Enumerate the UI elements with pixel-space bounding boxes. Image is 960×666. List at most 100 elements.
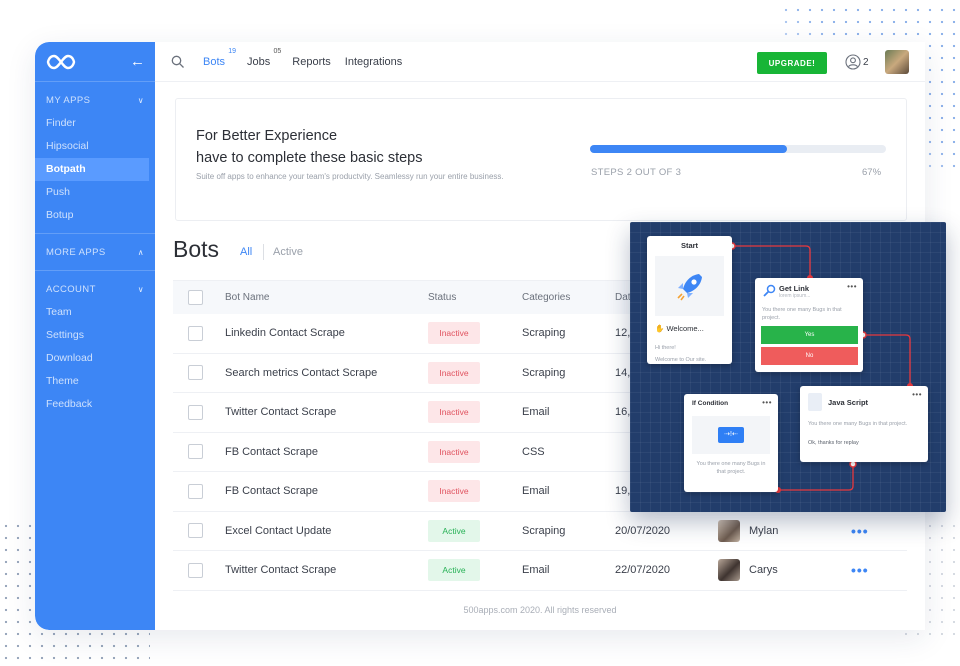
row-checkbox[interactable] [188,365,203,381]
status-pill: Inactive [428,401,480,424]
row-checkbox[interactable] [188,325,203,341]
flow-node-get-link[interactable]: Get Link lorem ipsum... ••• You there on… [755,278,863,372]
top-nav: Bots 19 Jobs 05 Reports Integrations UPGRA… [155,42,925,82]
node-title: If Condition [692,400,729,407]
sidebar-section-toggle-my-apps[interactable]: MY APPS ∨ [35,91,155,112]
sidebar-section-account: ACCOUNT ∨ Team Settings Download Theme F… [35,271,155,422]
status-pill: Inactive [428,322,480,345]
flow-node-start[interactable]: Start ✋ Welcome... Hi there! Welcome to … [647,236,732,364]
nav-bots[interactable]: Bots 19 [203,48,236,68]
category: Scraping [522,327,566,340]
date: 16, [615,406,631,419]
search-icon[interactable] [171,55,185,69]
owner-name: Mylan [749,524,779,537]
bot-name[interactable]: FB Contact Scrape [225,446,318,458]
avatar [718,519,740,542]
more-options-icon[interactable]: ••• [847,282,857,291]
nav-integrations[interactable]: Integrations [345,56,402,68]
column-header-bot-name[interactable]: Bot Name [225,292,269,303]
collapse-arrow-icon[interactable]: ← [130,54,145,69]
page-title: Bots [173,236,220,262]
column-header-status[interactable]: Status [428,292,456,303]
sidebar-item-download[interactable]: Download [35,347,155,370]
column-header-categories[interactable]: Categories [522,292,570,303]
bot-name[interactable]: Twitter Contact Scrape [225,406,336,418]
sidebar-header: ← [35,42,155,82]
row-checkbox[interactable] [188,483,203,499]
sidebar-item-finder[interactable]: Finder [35,112,155,135]
bot-name[interactable]: FB Contact Scrape [225,485,318,497]
condition-chip-icon: ⇢!⇠ [718,427,744,443]
flow-node-if-condition[interactable]: If Condition ••• ⇢!⇠ You there one many … [684,394,778,492]
no-branch-button[interactable]: No [761,347,858,365]
section-title: MORE APPS [46,247,106,258]
category: Email [522,406,550,419]
node-text: Hi there! [655,345,676,351]
yes-branch-button[interactable]: Yes [761,326,858,344]
avatar [718,559,740,582]
bot-name[interactable]: Excel Contact Update [225,525,331,537]
tab-active[interactable]: Active [273,246,303,258]
status-pill: Inactive [428,361,480,384]
sidebar-item-settings[interactable]: Settings [35,324,155,347]
chevron-down-icon: ∨ [137,285,144,294]
section-title: MY APPS [46,95,91,106]
upgrade-button[interactable]: UPGRADE! [757,52,827,74]
bot-name[interactable]: Twitter Contact Scrape [225,564,336,576]
sidebar-item-push[interactable]: Push [35,181,155,204]
progress-bar-fill [590,145,788,153]
node-subtitle: lorem ipsum... [779,293,811,299]
welcome-label: Welcome... [666,324,704,333]
sidebar-item-hipsocial[interactable]: Hipsocial [35,135,155,158]
sidebar-section-toggle-more-apps[interactable]: MORE APPS ∧ [35,243,155,264]
node-text: Welcome to Our site. [655,357,707,363]
tab-all[interactable]: All [240,246,252,258]
avatar[interactable] [885,50,909,74]
table-row[interactable]: Twitter Contact Scrape Active Email 22/07/2… [173,551,907,591]
infinity-logo-icon[interactable] [46,53,76,71]
onboarding-card: For Better Experience have to complete t… [175,98,907,221]
select-all-checkbox[interactable] [188,290,203,305]
sidebar-item-theme[interactable]: Theme [35,370,155,393]
sidebar: ← MY APPS ∨ Finder Hipsocial Botpath Pus… [35,42,155,630]
progress-bar [590,145,886,153]
row-checkbox[interactable] [188,404,203,420]
status-badge: Active [428,559,480,582]
footer-text: 500apps.com 2020. All rights reserved [463,605,617,615]
sidebar-section-my-apps: MY APPS ∨ Finder Hipsocial Botpath Push … [35,82,155,234]
sidebar-item-team[interactable]: Team [35,301,155,324]
section-title: ACCOUNT [46,284,96,295]
more-options-icon[interactable]: ••• [762,398,772,407]
more-actions-icon[interactable]: ••• [851,562,869,578]
status-badge: Inactive [428,480,480,503]
node-description: You there one many Bugs in that project. [696,461,766,475]
status-pill: Active [428,519,480,542]
link-icon [763,284,776,297]
status-pill: Active [428,559,480,582]
flow-builder-preview: Start ✋ Welcome... Hi there! Welcome to … [630,222,946,512]
nav-reports[interactable]: Reports [292,56,331,68]
more-options-icon[interactable]: ••• [912,390,922,399]
status-badge: Inactive [428,322,480,345]
flow-node-java-script[interactable]: Java Script ••• You there one many Bugs … [800,386,928,462]
column-header-date[interactable]: Dat [615,292,631,303]
sidebar-section-toggle-account[interactable]: ACCOUNT ∨ [35,280,155,301]
sidebar-item-botpath[interactable]: Botpath [35,158,149,181]
bot-name[interactable]: Linkedin Contact Scrape [225,327,345,339]
nav-jobs[interactable]: Jobs 05 [247,48,281,68]
count-badge: 05 [273,47,282,55]
condition-illustration: ⇢!⇠ [692,416,770,454]
row-checkbox[interactable] [188,444,203,460]
category: CSS [522,445,545,458]
table-row[interactable]: Excel Contact Update Active Scraping 20/07/… [173,512,907,551]
bot-name[interactable]: Search metrics Contact Scrape [225,367,377,379]
document-icon [808,393,822,411]
users-counter[interactable]: 2 [845,54,869,70]
more-actions-icon[interactable]: ••• [851,523,869,539]
sidebar-item-botup[interactable]: Botup [35,204,155,227]
nav-label: Bots [203,55,226,68]
row-checkbox[interactable] [188,562,203,578]
rocket-icon [676,274,702,301]
row-checkbox[interactable] [188,523,203,539]
sidebar-item-feedback[interactable]: Feedback [35,393,155,416]
